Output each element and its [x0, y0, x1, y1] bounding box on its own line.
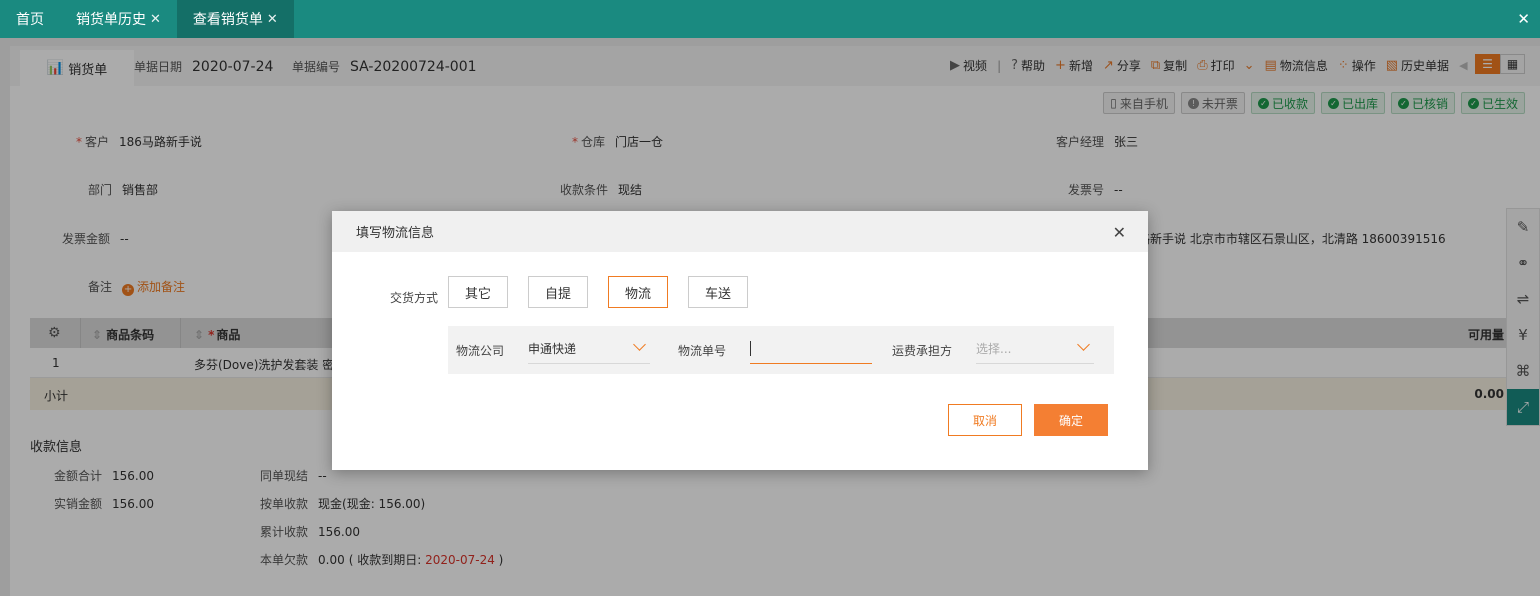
delivery-label: 交货方式 — [390, 291, 439, 305]
text-caret — [750, 341, 751, 356]
logistics-panel: 物流公司 申通快递 物流单号 运费承担方 选择... — [448, 326, 1114, 374]
cancel-button[interactable]: 取消 — [948, 404, 1022, 436]
payer-placeholder: 选择... — [976, 342, 1012, 356]
delivery-option-logistics[interactable]: 物流 — [608, 276, 668, 308]
company-select[interactable]: 申通快递 — [528, 334, 650, 364]
confirm-button[interactable]: 确定 — [1034, 404, 1108, 436]
top-tab-bar: 首页 销货单历史 ✕ 查看销货单 ✕ ✕ — [0, 0, 1540, 38]
tab-sales-history[interactable]: 销货单历史 ✕ — [60, 0, 177, 38]
chevron-down-icon — [633, 338, 646, 351]
payer-select[interactable]: 选择... — [976, 334, 1094, 364]
tab-home-label: 首页 — [16, 12, 44, 28]
tab-view-sales-order[interactable]: 查看销货单 ✕ — [176, 0, 294, 38]
tab-home[interactable]: 首页 — [0, 0, 60, 38]
logistics-modal: 填写物流信息 ✕ 交货方式 其它 自提 物流 车送 物流公司 申通快递 物流单号… — [332, 211, 1148, 470]
delivery-option-car[interactable]: 车送 — [688, 276, 748, 308]
tab-sales-history-label: 销货单历史 — [76, 12, 146, 28]
company-label: 物流公司 — [456, 344, 505, 358]
close-icon[interactable]: ✕ — [150, 12, 161, 27]
close-icon[interactable]: ✕ — [1113, 223, 1126, 242]
tracking-label: 物流单号 — [678, 344, 727, 358]
delivery-option-other[interactable]: 其它 — [448, 276, 508, 308]
chevron-down-icon — [1077, 338, 1090, 351]
close-all-icon[interactable]: ✕ — [1517, 10, 1530, 28]
company-value: 申通快递 — [528, 342, 577, 356]
delivery-option-pickup[interactable]: 自提 — [528, 276, 588, 308]
tracking-input[interactable] — [750, 334, 872, 364]
payer-label: 运费承担方 — [892, 344, 953, 358]
modal-title: 填写物流信息 — [332, 211, 1148, 252]
tab-view-sales-order-label: 查看销货单 — [192, 12, 263, 28]
close-icon[interactable]: ✕ — [267, 12, 278, 27]
